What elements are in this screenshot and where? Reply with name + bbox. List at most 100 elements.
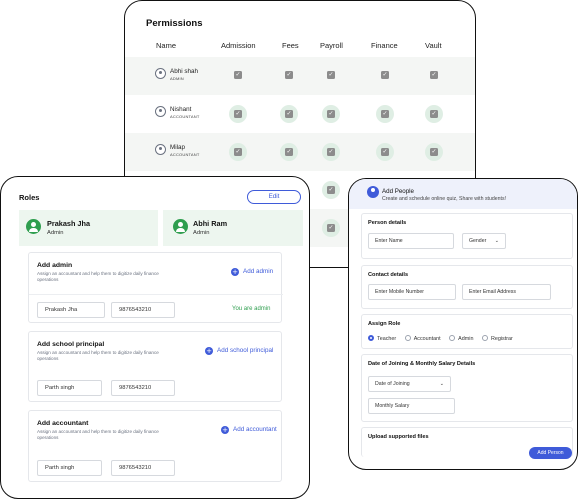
row-role: ACCOUNTANT	[170, 152, 200, 157]
permission-row: Abhi shah ADMIN ✓ ✓ ✓ ✓ ✓	[125, 57, 475, 95]
name-input[interactable]: Enter Name	[368, 233, 454, 249]
checkbox-fees[interactable]: ✓	[285, 148, 293, 156]
permission-row: Milap ACCOUNTANT ✓ ✓ ✓ ✓ ✓	[125, 133, 475, 171]
checkbox-finance[interactable]: ✓	[381, 148, 389, 156]
user-icon	[155, 144, 166, 155]
name-field[interactable]: Parth singh	[37, 460, 102, 476]
phone-field[interactable]: 9876543210	[111, 302, 175, 318]
add-person-icon	[367, 186, 379, 198]
checkbox-vault[interactable]: ✓	[430, 71, 438, 79]
col-header-finance: Finance	[371, 41, 398, 50]
radio-label: Teacher	[377, 336, 397, 342]
radio-teacher[interactable]: Teacher	[368, 335, 396, 342]
radio-registrar[interactable]: Registrar	[481, 335, 513, 342]
checkbox-admission[interactable]: ✓	[234, 148, 242, 156]
radio-icon	[449, 335, 456, 341]
stage: Permissions Name Admission Fees Payroll …	[0, 0, 578, 499]
section-title: Add admin	[37, 262, 73, 269]
name-field[interactable]: Prakash Jha	[37, 302, 105, 318]
col-header-fees: Fees	[282, 41, 299, 50]
checkbox-fees[interactable]: ✓	[285, 71, 293, 79]
role-card-prakash[interactable]: Prakash Jha Admin	[19, 210, 158, 246]
checkbox-admission[interactable]: ✓	[234, 110, 242, 118]
checkbox-fees[interactable]: ✓	[285, 110, 293, 118]
checkbox-payroll[interactable]: ✓	[327, 148, 335, 156]
gender-label: Gender	[469, 238, 487, 244]
section-description: Assign an accountant and help them to di…	[37, 271, 159, 282]
section-title: Assign Role	[368, 321, 401, 327]
section-title: Date of Joining & Monthly Salary Details	[368, 361, 476, 367]
row-role: ACCOUNTANT	[170, 114, 200, 119]
person-details-section: Person details Enter Name Gender ⌄	[361, 213, 573, 259]
radio-label: Registrar	[490, 336, 513, 342]
plus-icon: +	[221, 426, 229, 434]
gender-select[interactable]: Gender ⌄	[462, 233, 506, 249]
date-of-joining-select[interactable]: Date of Joining ⌄	[368, 376, 451, 392]
role-person-name: Prakash Jha	[47, 219, 90, 228]
roles-title: Roles	[19, 193, 40, 202]
edit-button[interactable]: Edit	[247, 190, 301, 204]
role-radio-group: Teacher Accountant Admin Registrar	[368, 335, 520, 342]
phone-field[interactable]: 9876543210	[111, 460, 175, 476]
section-title: Upload supported files	[368, 434, 429, 440]
joining-salary-section: Date of Joining & Monthly Salary Details…	[361, 354, 573, 422]
name-field[interactable]: Parth singh	[37, 380, 102, 396]
add-principal-link[interactable]: + Add school principal	[205, 347, 273, 355]
row-role: ADMIN	[170, 76, 184, 81]
user-icon	[155, 106, 166, 117]
checkbox-payroll[interactable]: ✓	[327, 110, 335, 118]
row-name: Milap	[170, 144, 186, 151]
radio-selected-icon	[368, 335, 374, 341]
permission-row: Nishant ACCOUNTANT ✓ ✓ ✓ ✓ ✓	[125, 95, 475, 133]
checkbox-vault[interactable]: ✓	[430, 148, 438, 156]
assign-role-section: Assign Role Teacher Accountant Admin Reg…	[361, 314, 573, 349]
date-label: Date of Joining	[375, 381, 410, 387]
role-person-name: Abhi Ram	[193, 219, 228, 228]
section-add-admin: Add admin Assign an accountant and help …	[28, 252, 283, 323]
checkbox-vault[interactable]: ✓	[430, 110, 438, 118]
link-label: Add school principal	[217, 347, 274, 354]
add-people-header: Add People Create and schedule online qu…	[349, 179, 577, 209]
section-description: Assign an accountant and help them to di…	[37, 429, 159, 440]
monthly-salary-input[interactable]: Monthly Salary	[368, 398, 455, 414]
section-title: Person details	[368, 220, 407, 226]
checkbox-finance[interactable]: ✓	[381, 71, 389, 79]
email-input[interactable]: Enter Email Address	[462, 284, 551, 300]
section-title: Add accountant	[37, 420, 89, 427]
plus-icon: +	[205, 347, 213, 355]
role-person-role: Admin	[193, 230, 210, 236]
col-header-name: Name	[156, 41, 177, 50]
radio-accountant[interactable]: Accountant	[404, 335, 441, 342]
mobile-input[interactable]: Enter Mobile Number	[368, 284, 456, 300]
add-accountant-link[interactable]: + Add accountant	[221, 426, 277, 434]
add-admin-link[interactable]: + Add admin	[231, 268, 273, 276]
admin-status: You are admin	[232, 306, 271, 312]
role-card-abhi[interactable]: Abhi Ram Admin	[163, 210, 303, 246]
row-name: Abhi shah	[170, 68, 199, 75]
checkbox-finance[interactable]: ✓	[381, 110, 389, 118]
section-title: Add school principal	[37, 341, 105, 348]
checkbox-payroll[interactable]: ✓	[327, 224, 335, 232]
add-people-subtitle: Create and schedule online quiz, Share w…	[382, 196, 507, 202]
col-header-vault: Vault	[425, 41, 442, 50]
radio-admin[interactable]: Admin	[449, 335, 473, 342]
checkbox-payroll[interactable]: ✓	[327, 71, 335, 79]
radio-icon	[481, 335, 488, 341]
section-add-accountant: Add accountant Assign an accountant and …	[28, 410, 282, 482]
user-icon	[155, 68, 166, 79]
phone-field[interactable]: 9876543210	[111, 380, 175, 396]
chevron-down-icon: ⌄	[494, 238, 499, 244]
checkbox-admission[interactable]: ✓	[234, 71, 242, 79]
contact-details-section: Contact details Enter Mobile Number Ente…	[361, 265, 573, 309]
checkbox-payroll[interactable]: ✓	[327, 186, 335, 194]
section-title: Contact details	[368, 272, 409, 278]
section-description: Assign an accountant and help them to di…	[37, 350, 159, 361]
add-people-title: Add People	[382, 188, 414, 195]
col-header-payroll: Payroll	[320, 41, 343, 50]
roles-card: Roles Edit Prakash Jha Admin Abhi Ram Ad…	[0, 176, 310, 499]
add-person-button[interactable]: Add Person	[529, 447, 572, 459]
user-avatar-icon	[173, 219, 188, 234]
row-name: Nishant	[170, 106, 192, 113]
radio-icon	[404, 335, 411, 341]
plus-icon: +	[231, 268, 239, 276]
